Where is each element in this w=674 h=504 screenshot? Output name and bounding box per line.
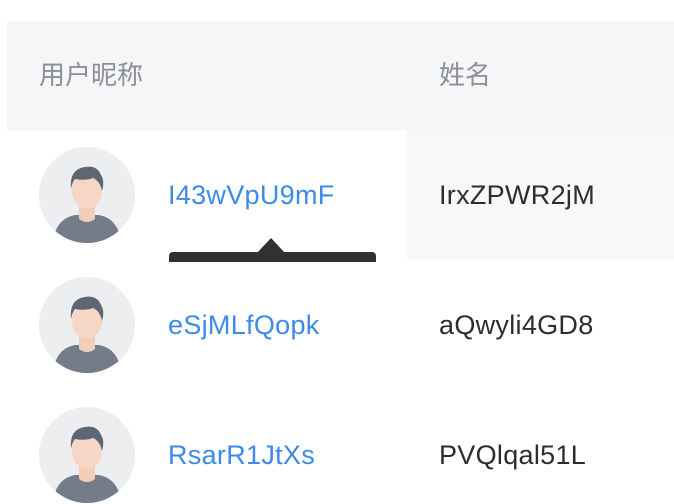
tooltip-arrow [257, 238, 285, 253]
user-table: 用户昵称 姓名 I43wVpU9mF IrxZPWR2jM eSjMLfQopk… [7, 22, 674, 504]
user-nickname-link[interactable]: RsarR1JtXs [168, 390, 315, 504]
table-row[interactable]: eSjMLfQopk aQwyli4GD8 [7, 260, 674, 391]
user-avatar-icon[interactable] [39, 277, 135, 373]
column-header-name[interactable]: 姓名 [439, 22, 491, 130]
user-avatar-icon[interactable] [39, 147, 135, 243]
tooltip [169, 252, 376, 262]
table-header: 用户昵称 姓名 [7, 22, 674, 130]
user-name: IrxZPWR2jM [439, 180, 595, 210]
column-header-nickname[interactable]: 用户昵称 [39, 22, 143, 130]
user-nickname-link[interactable]: I43wVpU9mF [168, 130, 335, 260]
table-row[interactable]: RsarR1JtXs PVQlqal51L [7, 390, 674, 504]
user-name: PVQlqal51L [439, 440, 587, 470]
user-avatar-icon[interactable] [39, 407, 135, 503]
table-row[interactable]: I43wVpU9mF IrxZPWR2jM [7, 130, 674, 261]
user-name: aQwyli4GD8 [439, 310, 594, 340]
user-nickname-link[interactable]: eSjMLfQopk [168, 260, 320, 390]
